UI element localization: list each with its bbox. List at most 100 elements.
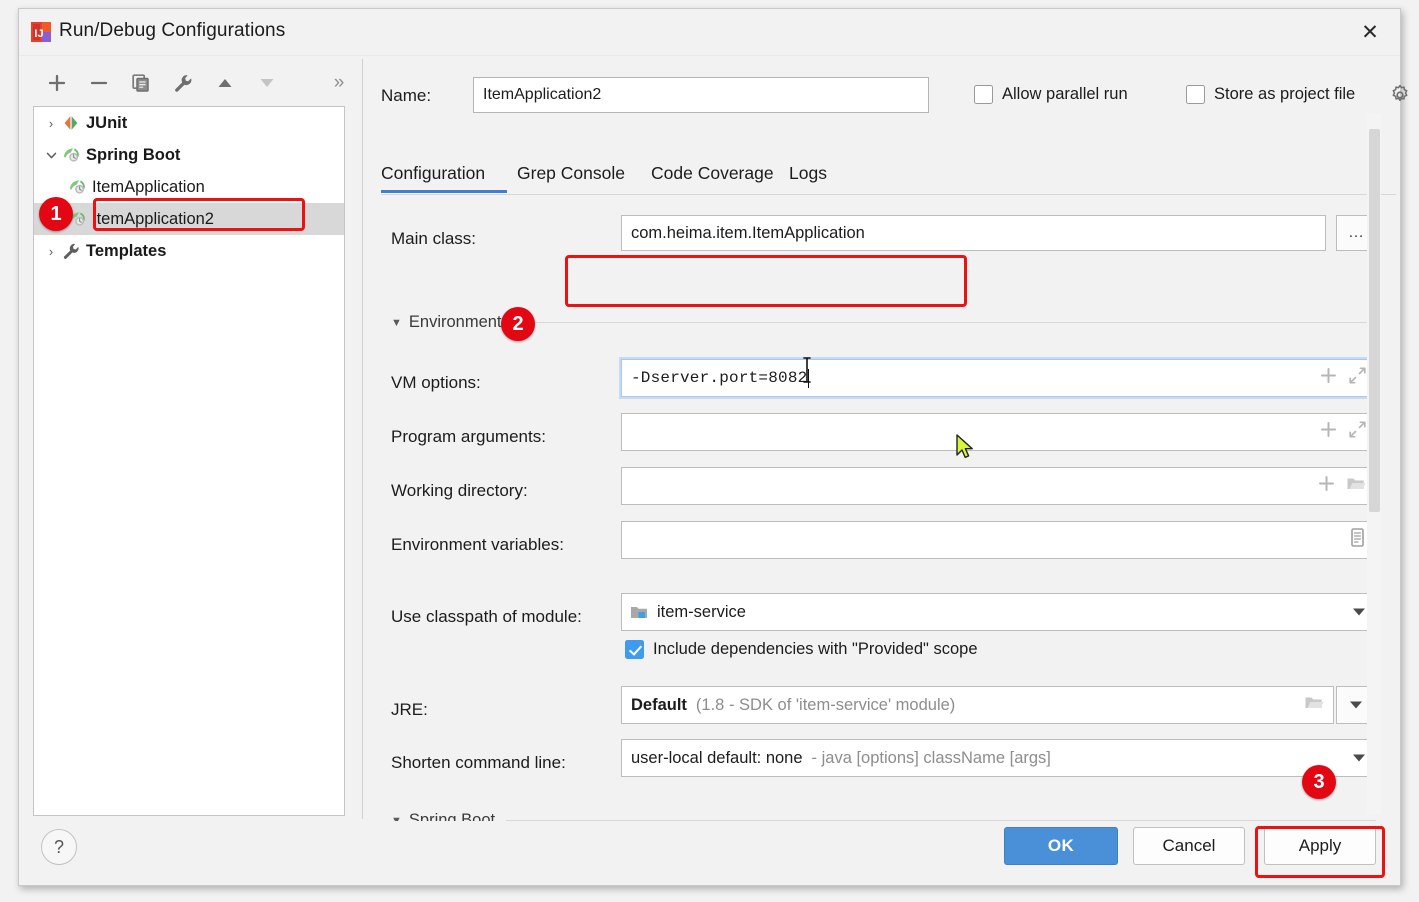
intellij-idea-icon: IJ (31, 22, 51, 42)
svg-text:IJ: IJ (34, 28, 43, 40)
run-debug-configurations-dialog: IJ Run/Debug Configurations ✕ (18, 8, 1401, 886)
shorten-command-line-value: user-local default: none (622, 749, 803, 768)
jre-field[interactable]: Default (1.8 - SDK of 'item-service' mod… (621, 686, 1334, 724)
add-configuration-button[interactable] (41, 64, 73, 102)
folder-icon[interactable] (1346, 474, 1367, 498)
expand-icon[interactable] (1348, 420, 1367, 444)
environment-section-label: Environment (409, 313, 502, 332)
vm-options-field-icons (1319, 360, 1367, 396)
jre-label: JRE: (391, 700, 428, 720)
chevron-down-icon[interactable] (1353, 609, 1365, 616)
checkbox-box[interactable] (625, 640, 644, 659)
tree-item-templates[interactable]: › Templates (34, 235, 344, 267)
junit-icon (62, 114, 86, 132)
help-button[interactable]: ? (41, 829, 77, 865)
use-classpath-combo[interactable]: item-service (621, 593, 1376, 631)
tree-item-spring-boot[interactable]: Spring Boot (34, 139, 344, 171)
form-scrollbar[interactable] (1367, 114, 1381, 814)
wrench-icon (62, 242, 86, 260)
move-down-button[interactable] (251, 64, 283, 102)
spring-boot-icon (68, 178, 92, 196)
tree-item-label: Templates (86, 242, 166, 261)
include-provided-scope-label: Include dependencies with "Provided" sco… (653, 640, 978, 659)
panel-splitter[interactable] (359, 59, 367, 819)
configuration-form-scroll[interactable]: Main class: com.heima.item.ItemApplicati… (381, 195, 1396, 821)
configuration-editor-pane: Name: Allow parallel run Store as projec… (367, 59, 1400, 821)
triangle-down-icon[interactable]: ▼ (391, 317, 402, 329)
working-directory-label: Working directory: (391, 481, 528, 501)
dialog-footer: ? OK Cancel Apply (19, 819, 1400, 885)
expand-icon[interactable] (1348, 366, 1367, 390)
tab-configuration[interactable]: Configuration (381, 154, 507, 193)
screenshot-root: IJ Run/Debug Configurations ✕ (0, 0, 1419, 902)
shorten-command-line-label: Shorten command line: (391, 753, 566, 773)
ok-button[interactable]: OK (1004, 827, 1118, 865)
main-class-label: Main class: (391, 229, 476, 249)
tree-item-label: JUnit (86, 114, 127, 133)
use-classpath-label: Use classpath of module: (391, 607, 582, 627)
tab-grep-console[interactable]: Grep Console (517, 154, 641, 193)
tree-item-label: ItemApplication2 (92, 210, 214, 229)
text-cursor-icon (801, 357, 811, 379)
copy-configuration-button[interactable] (125, 64, 157, 102)
working-directory-field[interactable] (621, 467, 1376, 505)
chevron-down-icon[interactable] (1353, 755, 1365, 762)
spring-boot-icon (62, 146, 86, 164)
edit-templates-button[interactable] (167, 64, 199, 102)
form-scrollbar-thumb[interactable] (1369, 129, 1380, 512)
more-options-button[interactable]: » (323, 64, 355, 102)
plus-icon[interactable] (1319, 366, 1338, 390)
environment-variables-field-icons (1348, 522, 1367, 558)
annotation-badge-2: 2 (501, 307, 535, 341)
environment-section-header[interactable]: ▼ Environment (391, 313, 1376, 332)
annotation-badge-3: 3 (1302, 765, 1336, 799)
splitter-line (362, 59, 363, 819)
cancel-button[interactable]: Cancel (1133, 827, 1245, 865)
move-up-button[interactable] (209, 64, 241, 102)
tab-code-coverage[interactable]: Code Coverage (651, 154, 779, 193)
tab-logs[interactable]: Logs (789, 154, 839, 193)
annotation-badge-1: 1 (39, 197, 73, 231)
shorten-command-line-combo[interactable]: user-local default: none - java [options… (621, 739, 1376, 777)
tree-item-itemapplication2[interactable]: ItemApplication2 (34, 203, 344, 235)
list-edit-icon[interactable] (1348, 527, 1367, 553)
configurations-tree[interactable]: › JUnit (33, 106, 345, 816)
chevron-right-icon[interactable]: › (40, 116, 62, 131)
checkbox-box[interactable] (1186, 85, 1205, 104)
module-icon (622, 604, 648, 621)
main-class-field[interactable]: com.heima.item.ItemApplication (621, 215, 1326, 251)
vm-options-field[interactable]: -Dserver.port=8082 (621, 359, 1376, 397)
checkbox-box[interactable] (974, 85, 993, 104)
environment-variables-field[interactable] (621, 521, 1376, 559)
program-arguments-label: Program arguments: (391, 427, 546, 447)
mouse-pointer-icon (955, 433, 975, 466)
plus-icon[interactable] (1319, 420, 1338, 444)
include-provided-scope-checkbox[interactable]: Include dependencies with "Provided" sco… (625, 640, 978, 659)
close-icon[interactable]: ✕ (1348, 15, 1392, 49)
chevron-down-icon[interactable] (40, 150, 62, 161)
remove-configuration-button[interactable] (83, 64, 115, 102)
jre-value-detail: (1.8 - SDK of 'item-service' module) (687, 696, 955, 715)
jre-value: Default (622, 696, 687, 715)
section-divider (513, 322, 1376, 323)
tree-item-itemapplication[interactable]: ItemApplication (34, 171, 344, 203)
tree-item-junit[interactable]: › JUnit (34, 107, 344, 139)
configuration-tabs: Configuration Grep Console Code Coverage… (381, 154, 1396, 195)
name-row: Name: Allow parallel run Store as projec… (381, 77, 1396, 117)
gear-icon[interactable] (1389, 84, 1411, 111)
allow-parallel-run-checkbox[interactable]: Allow parallel run (974, 85, 1128, 104)
name-input[interactable] (473, 77, 929, 113)
program-arguments-field[interactable] (621, 413, 1376, 451)
dialog-titlebar: IJ Run/Debug Configurations ✕ (19, 9, 1400, 56)
folder-icon[interactable] (1304, 693, 1325, 717)
tree-item-label: Spring Boot (86, 146, 180, 165)
program-arguments-field-icons (1319, 414, 1367, 450)
apply-button[interactable]: Apply (1264, 827, 1376, 865)
tree-item-label: ItemApplication (92, 178, 205, 197)
store-as-project-file-checkbox[interactable]: Store as project file (1186, 85, 1355, 104)
main-class-value: com.heima.item.ItemApplication (622, 224, 865, 243)
chevron-down-icon[interactable] (1350, 702, 1362, 709)
environment-variables-label: Environment variables: (391, 535, 564, 555)
chevron-right-icon[interactable]: › (40, 244, 62, 259)
plus-icon[interactable] (1317, 474, 1336, 498)
